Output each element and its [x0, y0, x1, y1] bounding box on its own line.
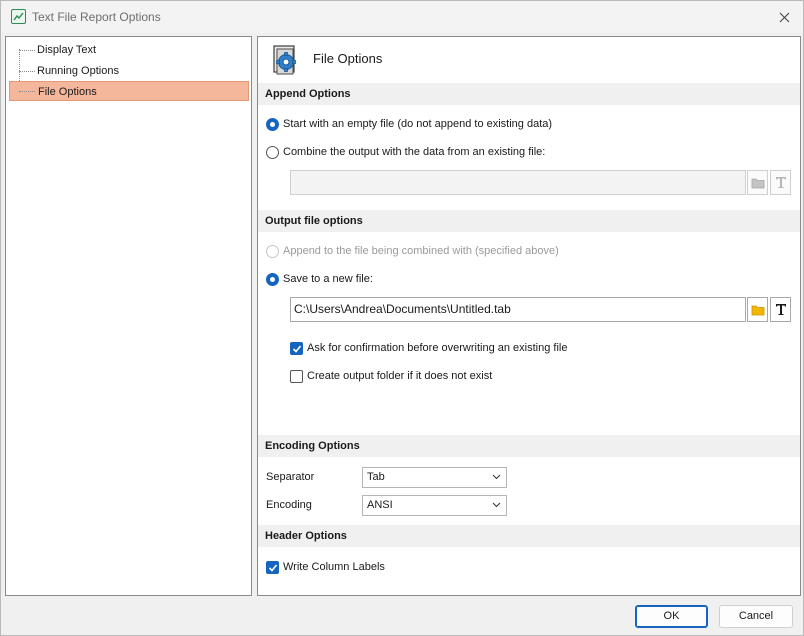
tree-item-label: Display Text: [37, 44, 97, 56]
checkbox-indicator[interactable]: [290, 341, 303, 355]
navigation-tree: Display Text Running Options File Option…: [5, 36, 252, 596]
dialog-window: Text File Report Options Display Text Ru…: [0, 0, 804, 636]
radio-save-new-file[interactable]: Save to a new file:: [266, 271, 373, 287]
radio-indicator[interactable]: [266, 244, 279, 258]
separator-value: Tab: [367, 471, 385, 483]
panel-header: File Options: [258, 37, 800, 83]
append-options-header: Append Options: [258, 83, 800, 105]
encoding-options-header: Encoding Options: [258, 435, 800, 457]
checkbox-ask-confirmation[interactable]: Ask for confirmation before overwriting …: [290, 340, 567, 356]
folder-icon: [751, 178, 764, 188]
separator-label: Separator: [266, 471, 315, 483]
text-t-icon: [775, 177, 786, 188]
folder-icon: [751, 305, 764, 315]
header-options-header: Header Options: [258, 525, 800, 547]
checkbox-indicator[interactable]: [290, 369, 303, 383]
checkbox-write-column-labels[interactable]: Write Column Labels: [266, 559, 385, 575]
radio-label: Start with an empty file (do not append …: [283, 118, 553, 130]
radio-indicator[interactable]: [266, 117, 279, 131]
tree-item-file-options[interactable]: File Options: [9, 81, 249, 101]
radio-start-empty[interactable]: Start with an empty file (do not append …: [266, 116, 552, 132]
checkmark-icon: [292, 344, 302, 353]
combine-text-token-button[interactable]: [770, 170, 791, 195]
tree-item-label: Running Options: [37, 65, 119, 77]
radio-combine-existing[interactable]: Combine the output with the data from an…: [266, 144, 545, 160]
chevron-down-icon: [492, 474, 501, 480]
encoding-label: Encoding: [266, 499, 312, 511]
text-t-icon: [775, 304, 786, 315]
title-bar: Text File Report Options: [1, 1, 803, 33]
radio-label: Append to the file being combined with (…: [283, 245, 559, 257]
close-icon: [779, 12, 789, 22]
cancel-button[interactable]: Cancel: [719, 605, 793, 628]
checkbox-label: Write Column Labels: [283, 561, 385, 573]
radio-label: Combine the output with the data from an…: [283, 146, 546, 158]
encoding-value: ANSI: [367, 499, 393, 511]
radio-indicator[interactable]: [266, 145, 279, 159]
chevron-down-icon: [492, 502, 501, 508]
radio-indicator[interactable]: [266, 272, 279, 286]
output-options-header: Output file options: [258, 210, 800, 232]
output-file-path-input[interactable]: C:\Users\Andrea\Documents\Untitled.tab: [290, 297, 746, 322]
combine-browse-button[interactable]: [747, 170, 768, 195]
radio-label: Save to a new file:: [283, 273, 373, 285]
panel-title: File Options: [313, 51, 383, 66]
checkbox-create-folder[interactable]: Create output folder if it does not exis…: [290, 368, 492, 384]
tree-item-running-options[interactable]: Running Options: [9, 61, 249, 81]
checkbox-label: Create output folder if it does not exis…: [307, 370, 493, 382]
options-panel: File Options Append Options Start with a…: [257, 36, 801, 596]
tree-item-display-text[interactable]: Display Text: [9, 40, 249, 60]
radio-append-combined[interactable]: Append to the file being combined with (…: [266, 243, 559, 259]
combine-file-path-input[interactable]: [290, 170, 746, 195]
gear-document-icon: [273, 45, 296, 75]
separator-select[interactable]: Tab: [362, 467, 507, 488]
checkbox-label: Ask for confirmation before overwriting …: [307, 342, 568, 354]
encoding-select[interactable]: ANSI: [362, 495, 507, 516]
tree-item-label: File Options: [38, 86, 97, 98]
checkbox-indicator[interactable]: [266, 560, 279, 574]
output-browse-button[interactable]: [747, 297, 768, 322]
close-button[interactable]: [773, 6, 795, 28]
chart-app-icon: [11, 9, 26, 24]
checkmark-icon: [268, 563, 278, 572]
window-title: Text File Report Options: [32, 10, 161, 24]
output-text-token-button[interactable]: [770, 297, 791, 322]
ok-button[interactable]: OK: [635, 605, 708, 628]
